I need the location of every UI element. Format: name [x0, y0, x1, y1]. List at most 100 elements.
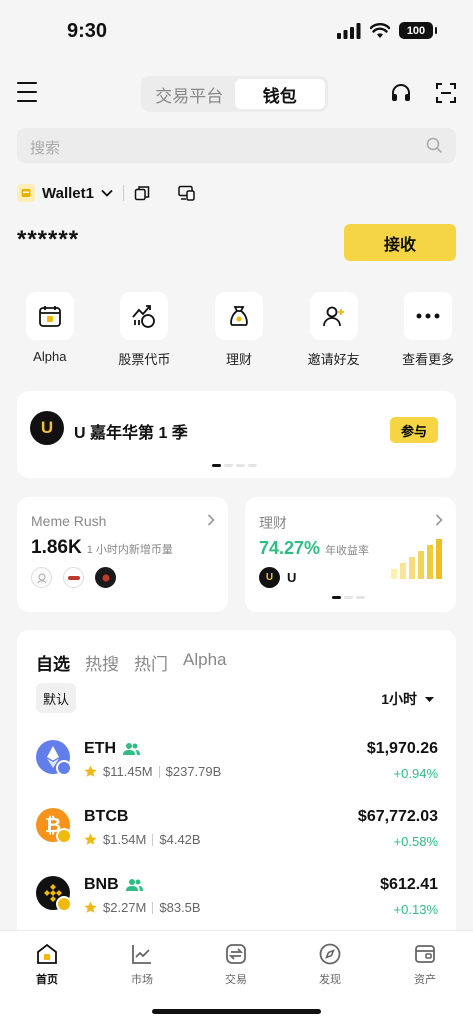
tab-favorites[interactable]: 自选: [36, 650, 70, 675]
tab-trending[interactable]: 热搜: [85, 650, 119, 675]
join-button[interactable]: 参与: [390, 417, 438, 443]
star-icon[interactable]: [84, 901, 97, 914]
token-list-section: 自选 热搜 热门 Alpha 默认 1小时 ETH $11.45M $237.79…: [17, 630, 456, 940]
token-mcap: $237.79B: [165, 764, 222, 779]
home-icon: [37, 943, 57, 964]
nav-label: 发现: [319, 974, 341, 986]
search-input[interactable]: 搜索: [30, 137, 60, 158]
wallet-assets-icon: [415, 945, 435, 963]
card-title: 理财: [259, 515, 287, 531]
chain-badge-icon: [56, 896, 72, 912]
token-mcap: $4.42B: [159, 832, 201, 847]
chain-badge-icon: [56, 828, 72, 844]
nav-label: 首页: [36, 974, 58, 986]
wallet-balance[interactable]: ******: [17, 226, 79, 254]
card-title: Meme Rush: [31, 513, 107, 529]
token-avatar: [63, 567, 84, 588]
battery-icon: 100: [399, 22, 437, 39]
token-symbol: BTCB: [84, 808, 128, 826]
growth-bars-decoration: [391, 539, 442, 579]
headset-support-icon[interactable]: [390, 82, 412, 104]
chevron-right-icon: [207, 514, 215, 526]
banner-pagination: [212, 464, 257, 467]
holders-icon: [125, 879, 143, 891]
quick-action-label: 理财: [225, 352, 252, 367]
status-bar: 9:30 100: [0, 0, 473, 62]
token-meta: $2.27M $83.5B: [84, 900, 201, 915]
wallet-selector-row: Wallet1: [17, 180, 195, 206]
timeframe-label: 1小时: [381, 691, 417, 707]
token-avatar: [95, 567, 116, 588]
search-bar[interactable]: 搜索: [17, 128, 456, 163]
caret-down-icon: [425, 696, 434, 702]
quick-action-label: 查看更多: [402, 352, 455, 367]
token-volume: $2.27M: [103, 900, 147, 915]
quick-action-invite[interactable]: 邀请好友: [289, 292, 379, 368]
nav-label: 交易: [225, 974, 247, 986]
timeframe-selector[interactable]: 1小时: [381, 689, 434, 709]
devices-icon[interactable]: [178, 185, 195, 201]
token-row[interactable]: BNB $2.27M $83.5B $612.41 +0.13%: [36, 870, 438, 924]
token-meta: $1.54M $4.42B: [84, 832, 201, 847]
token-symbol-text: BNB: [84, 876, 119, 893]
nav-label: 市场: [131, 974, 153, 986]
wallet-name[interactable]: Wallet1: [42, 185, 94, 202]
search-icon: [426, 137, 443, 154]
quick-action-more[interactable]: 查看更多: [383, 292, 473, 368]
status-time: 9:30: [67, 20, 108, 42]
chain-badge-icon: [56, 760, 72, 776]
more-icon: [416, 313, 440, 319]
nav-discover[interactable]: 发现: [300, 942, 360, 987]
home-indicator[interactable]: [152, 1009, 321, 1014]
quick-action-stock-tokens[interactable]: 股票代币: [100, 292, 190, 368]
token-tabs: 自选 热搜 热门 Alpha: [36, 650, 226, 675]
scan-icon[interactable]: [435, 82, 457, 104]
token-price: $1,970.26: [366, 740, 438, 757]
nav-assets[interactable]: 资产: [395, 942, 455, 987]
nav-market[interactable]: 市场: [112, 942, 172, 987]
apr-subtitle: 年收益率: [325, 545, 370, 557]
tab-popular[interactable]: 热门: [134, 650, 168, 675]
token-change: +0.94%: [393, 766, 438, 781]
star-icon[interactable]: [84, 765, 97, 778]
receive-button[interactable]: 接收: [344, 224, 456, 261]
tab-wallet[interactable]: 钱包: [234, 79, 325, 109]
chevron-down-icon[interactable]: [101, 189, 113, 197]
mode-switch: 交易平台 钱包: [141, 76, 328, 112]
money-bag-icon: [230, 306, 248, 326]
token-symbol: BNB: [84, 876, 143, 894]
token-change: +0.58%: [393, 834, 438, 849]
menu-icon[interactable]: [17, 82, 37, 102]
meme-rush-card[interactable]: Meme Rush 1.86K 1 小时内新增币量: [17, 497, 228, 612]
token-row[interactable]: ETH $11.45M $237.79B $1,970.26 +0.94%: [36, 734, 438, 788]
quick-action-alpha[interactable]: Alpha: [5, 292, 95, 368]
token-row[interactable]: ₿ BTCB $1.54M $4.42B $67,772.03 +0.58%: [36, 802, 438, 856]
signal-icon: [337, 22, 361, 39]
card-pagination: [332, 596, 365, 599]
quick-action-earn[interactable]: 理财: [194, 292, 284, 368]
earn-token-name: U: [287, 570, 297, 585]
token-meta: $11.45M $237.79B: [84, 764, 221, 779]
nav-trade[interactable]: 交易: [206, 942, 266, 987]
tab-alpha[interactable]: Alpha: [183, 650, 226, 675]
invite-friend-icon: [322, 306, 344, 327]
meme-count: 1.86K 1 小时内新增币量: [31, 537, 173, 559]
copy-icon[interactable]: [134, 185, 150, 201]
earn-card[interactable]: 理财 74.27% 年收益率 U U: [245, 497, 456, 612]
chevron-right-icon: [435, 514, 443, 526]
quick-action-label: Alpha: [33, 349, 67, 364]
tab-exchange[interactable]: 交易平台: [144, 79, 235, 109]
quick-action-label: 邀请好友: [307, 352, 360, 367]
star-icon[interactable]: [84, 833, 97, 846]
promo-banner[interactable]: U U 嘉年华第 1 季 参与: [17, 391, 456, 478]
token-mcap: $83.5B: [159, 900, 201, 915]
token-symbol: ETH: [84, 740, 140, 758]
token-symbol-text: BTCB: [84, 808, 129, 825]
filter-chip-default[interactable]: 默认: [36, 683, 76, 713]
wifi-icon: [370, 22, 390, 38]
stock-chart-icon: [132, 305, 156, 328]
trade-swap-icon: [226, 944, 246, 964]
calendar-alpha-icon: [38, 306, 61, 327]
token-price: $612.41: [380, 876, 438, 893]
nav-home[interactable]: 首页: [17, 942, 77, 987]
